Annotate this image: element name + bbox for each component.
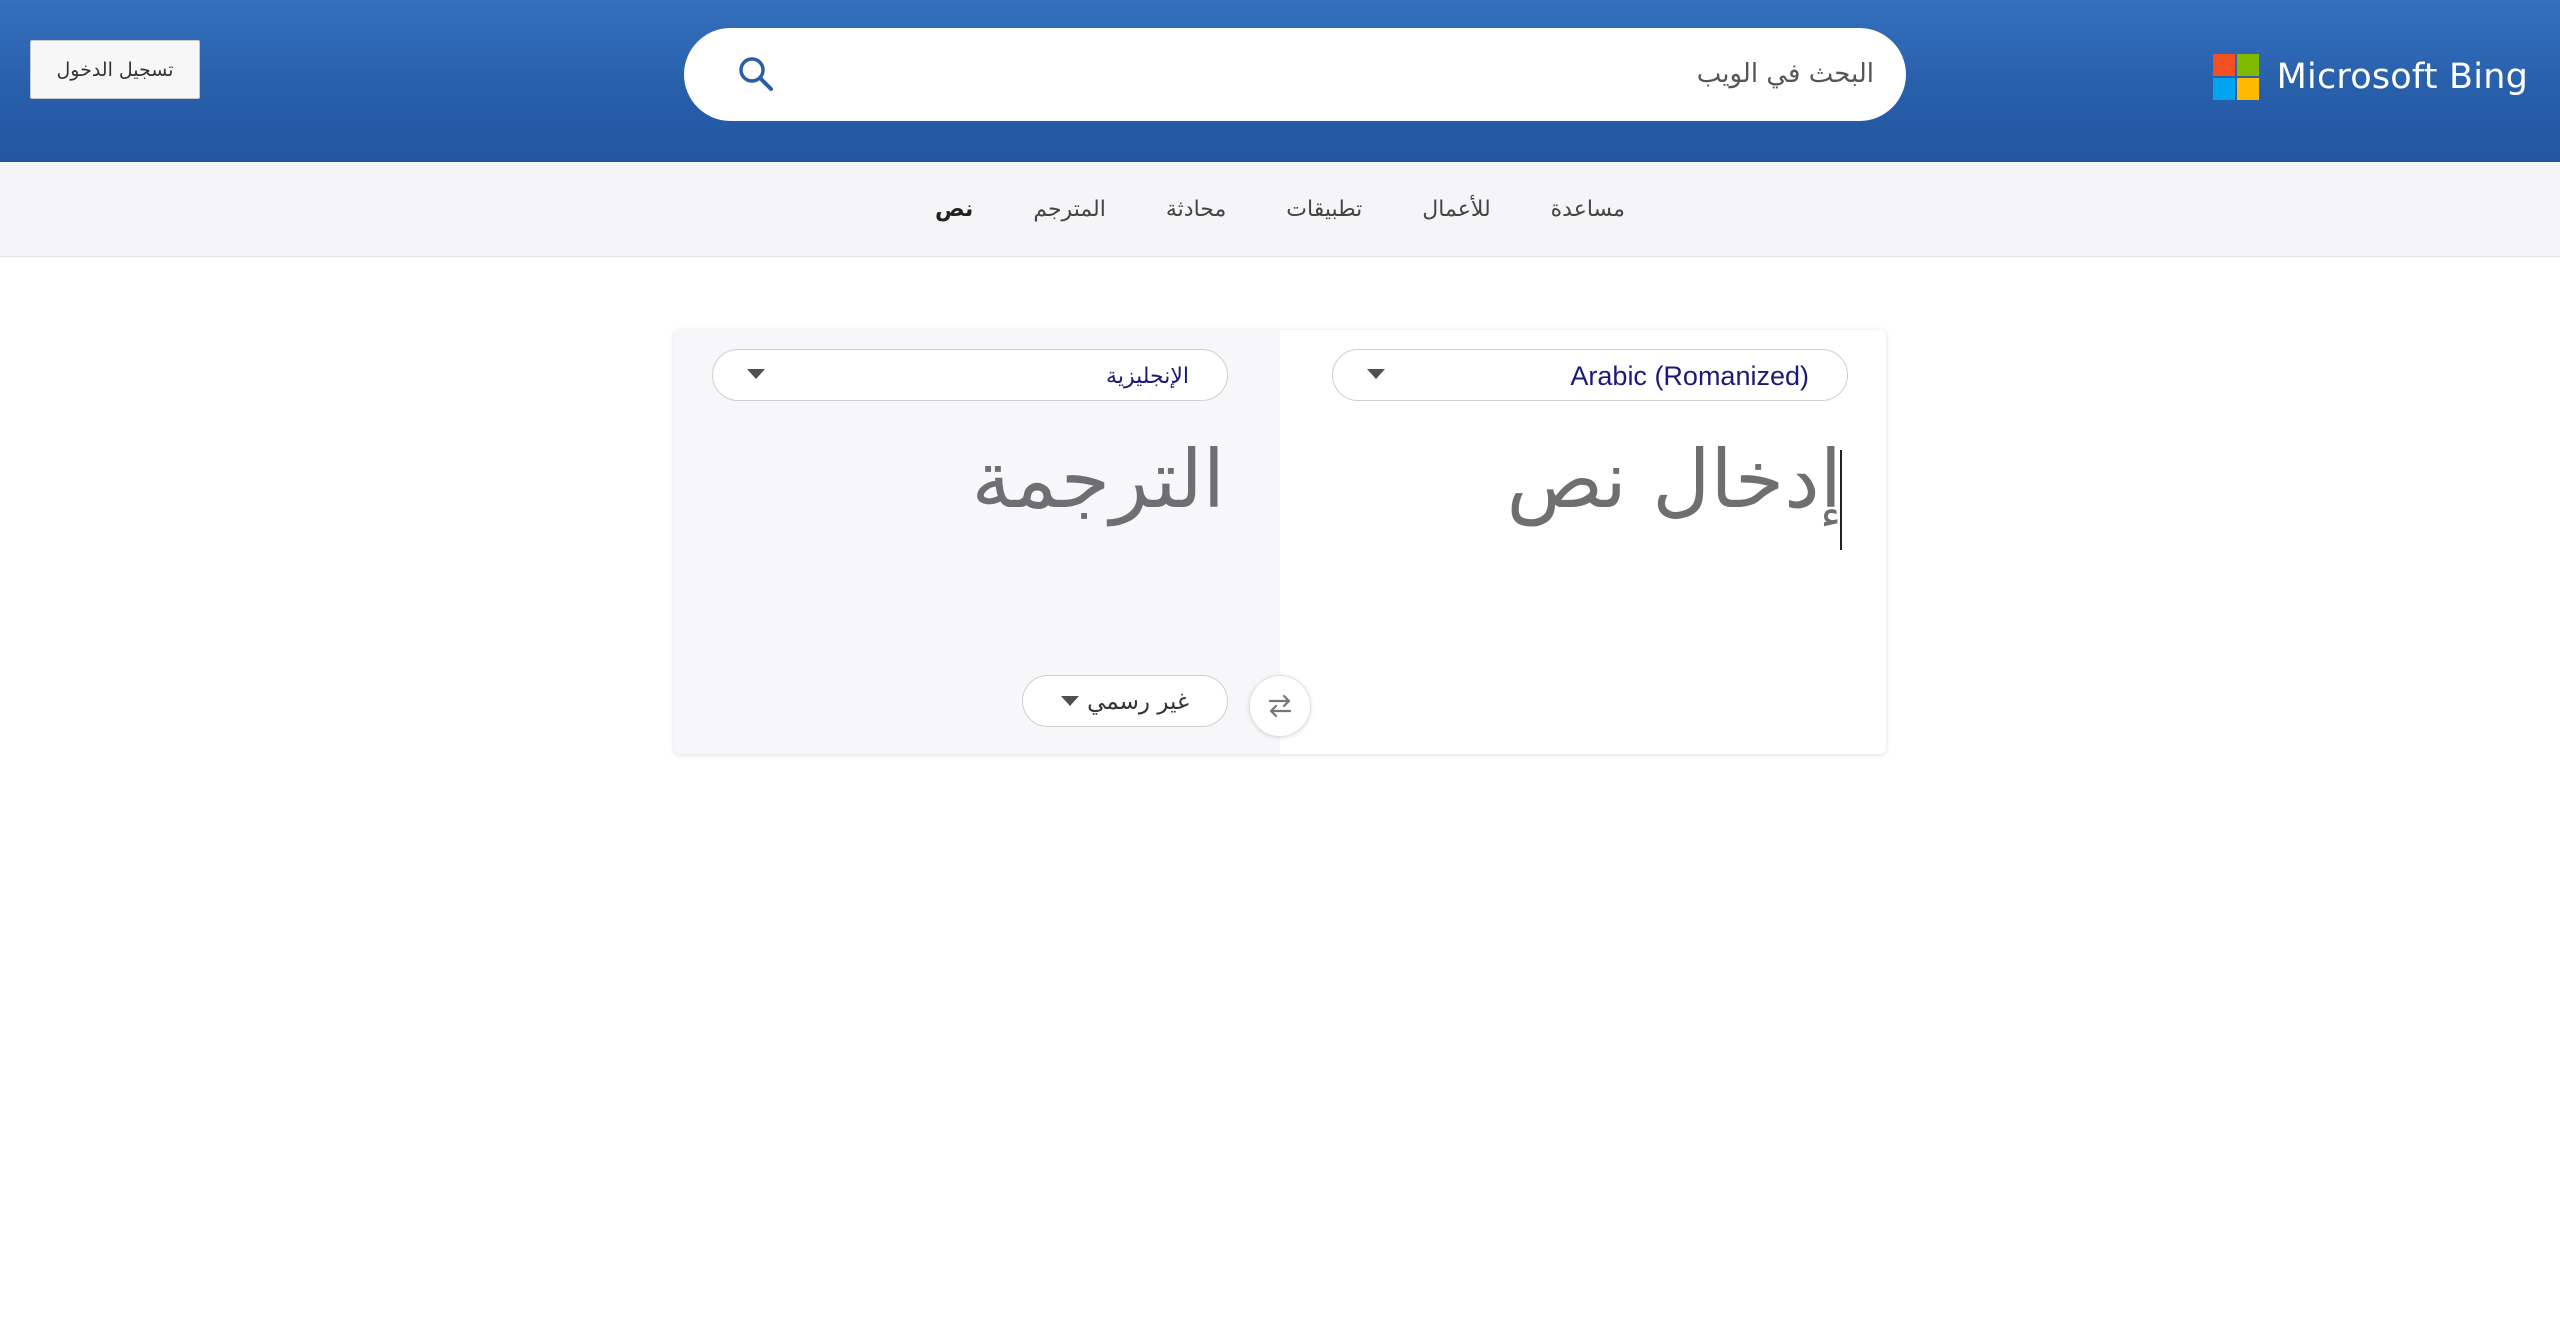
translator-card: الإنجليزية الترجمة غير رسمي Arabic (Roma… <box>674 330 1886 754</box>
source-language-label: Arabic (Romanized) <box>1570 360 1809 391</box>
source-input[interactable]: إدخال نص <box>1506 440 1842 520</box>
target-output: الترجمة <box>971 433 1225 526</box>
source-language-select[interactable]: Arabic (Romanized) <box>1332 349 1848 401</box>
chevron-down-icon <box>1367 369 1385 379</box>
target-language-select[interactable]: الإنجليزية <box>712 349 1228 401</box>
tone-select[interactable]: غير رسمي <box>1022 675 1228 727</box>
nav-item-translator[interactable]: المترجم <box>1033 197 1106 222</box>
nav-item-help[interactable]: مساعدة <box>1551 197 1625 222</box>
nav-item-conversation[interactable]: محادثة <box>1166 197 1226 222</box>
brand-name: Microsoft Bing <box>2276 57 2528 97</box>
translator-nav: نص المترجم محادثة تطبيقات للأعمال مساعدة <box>0 162 2560 257</box>
target-language-label: الإنجليزية <box>1106 363 1189 389</box>
swap-icon <box>1268 694 1292 718</box>
target-pane: الإنجليزية الترجمة غير رسمي <box>674 330 1280 754</box>
chevron-down-icon <box>1061 696 1079 706</box>
nav-item-business[interactable]: للأعمال <box>1422 197 1490 222</box>
search-box[interactable] <box>684 28 1906 121</box>
nav-item-apps[interactable]: تطبيقات <box>1286 197 1362 222</box>
search-icon[interactable] <box>732 50 780 98</box>
swap-languages-button[interactable] <box>1249 675 1311 737</box>
bing-brand[interactable]: Microsoft Bing <box>2212 52 2528 102</box>
header-bar: تسجيل الدخول Microsoft Bing <box>0 0 2560 162</box>
text-cursor <box>1840 450 1842 550</box>
chevron-down-icon <box>747 369 765 379</box>
microsoft-logo-icon <box>2212 54 2259 100</box>
tone-label: غير رسمي <box>1087 689 1189 715</box>
search-input[interactable] <box>814 44 1874 104</box>
nav-item-text[interactable]: نص <box>935 197 973 222</box>
source-pane[interactable]: Arabic (Romanized) إدخال نص <box>1280 330 1886 754</box>
sign-in-button[interactable]: تسجيل الدخول <box>30 40 200 99</box>
